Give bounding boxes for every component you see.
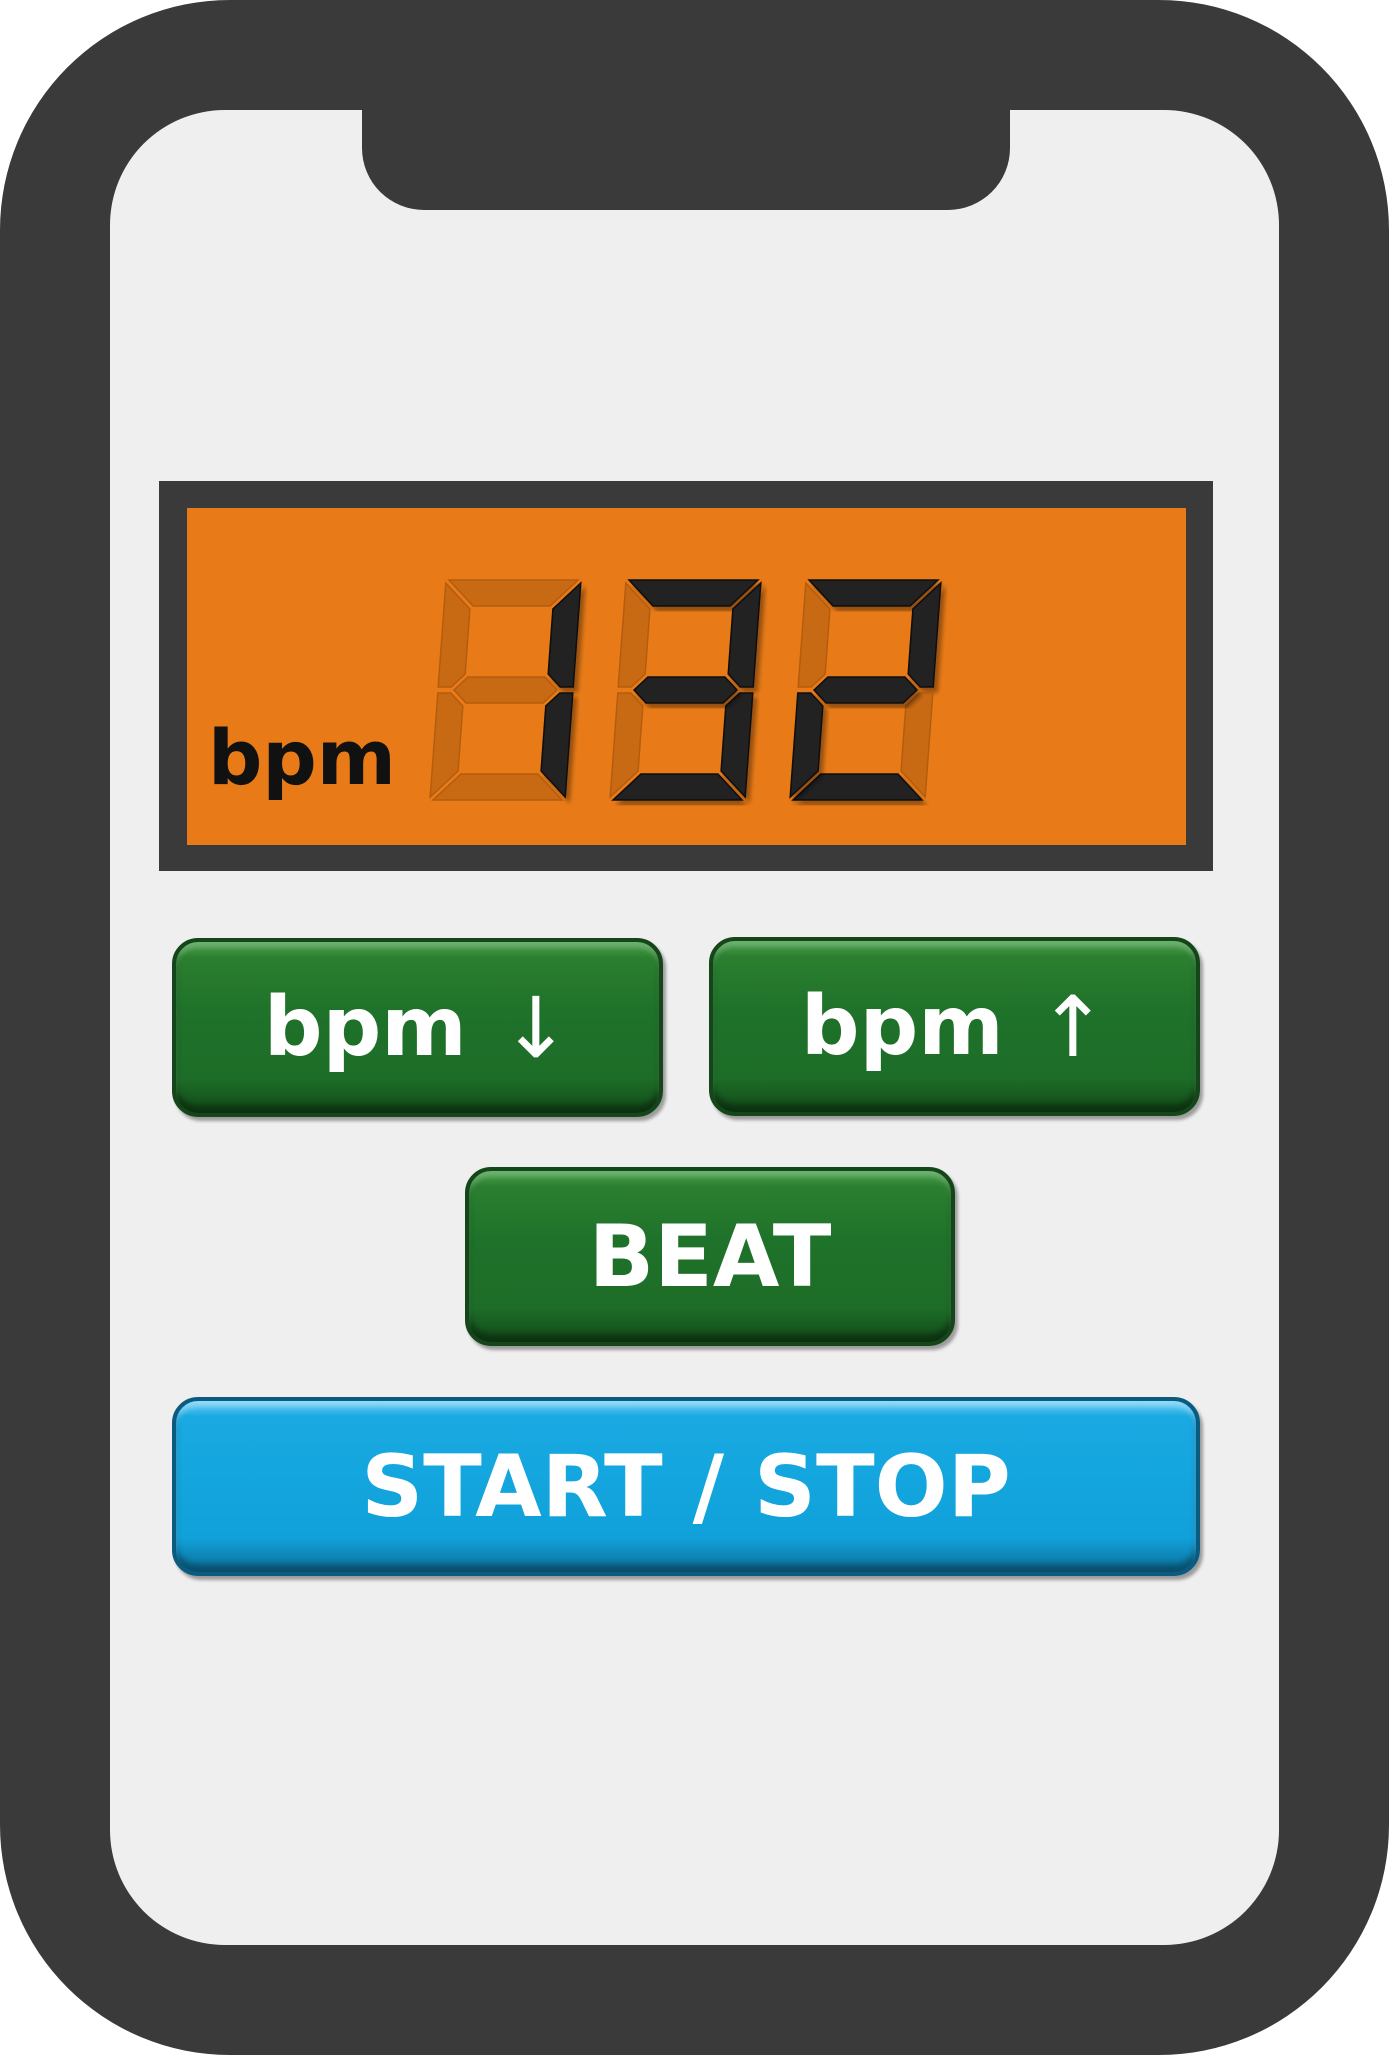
bpm-down-label: bpm — [263, 980, 467, 1075]
seven-segment-readout: 132 — [429, 579, 942, 801]
segment-a-lit — [627, 579, 760, 607]
phone-notch — [362, 100, 1010, 210]
segment-d-lit — [791, 773, 924, 801]
segment-d-lit — [611, 773, 744, 801]
segment-f-unlit — [437, 581, 471, 688]
bpm-up-button[interactable]: bpm ↑ — [709, 937, 1200, 1116]
segment-f-unlit — [617, 581, 651, 688]
bpm-down-button[interactable]: bpm ↓ — [172, 938, 663, 1117]
segment-g-lit — [632, 676, 739, 704]
bpm-value-text: 132 — [430, 579, 432, 581]
bpm-up-label: bpm — [800, 979, 1004, 1074]
digit-3 — [789, 579, 942, 801]
segment-a-lit — [807, 579, 940, 607]
digit-2 — [609, 579, 762, 801]
segment-f-unlit — [797, 581, 831, 688]
arrow-down-icon: ↓ — [500, 978, 572, 1077]
segment-c-lit — [720, 692, 754, 799]
beat-label: BEAT — [588, 1206, 832, 1307]
segment-c-lit — [540, 692, 574, 799]
segment-a-unlit — [447, 579, 580, 607]
segment-g-unlit — [452, 676, 559, 704]
start-stop-button[interactable]: START / STOP — [172, 1397, 1200, 1576]
beat-button[interactable]: BEAT — [465, 1167, 955, 1346]
segment-d-unlit — [431, 773, 564, 801]
segment-g-lit — [812, 676, 919, 704]
arrow-up-icon: ↑ — [1037, 977, 1109, 1076]
segment-c-unlit — [900, 692, 934, 799]
start-stop-label: START / STOP — [361, 1436, 1011, 1537]
bpm-unit-label: bpm — [208, 713, 396, 802]
digit-1 — [429, 579, 582, 801]
